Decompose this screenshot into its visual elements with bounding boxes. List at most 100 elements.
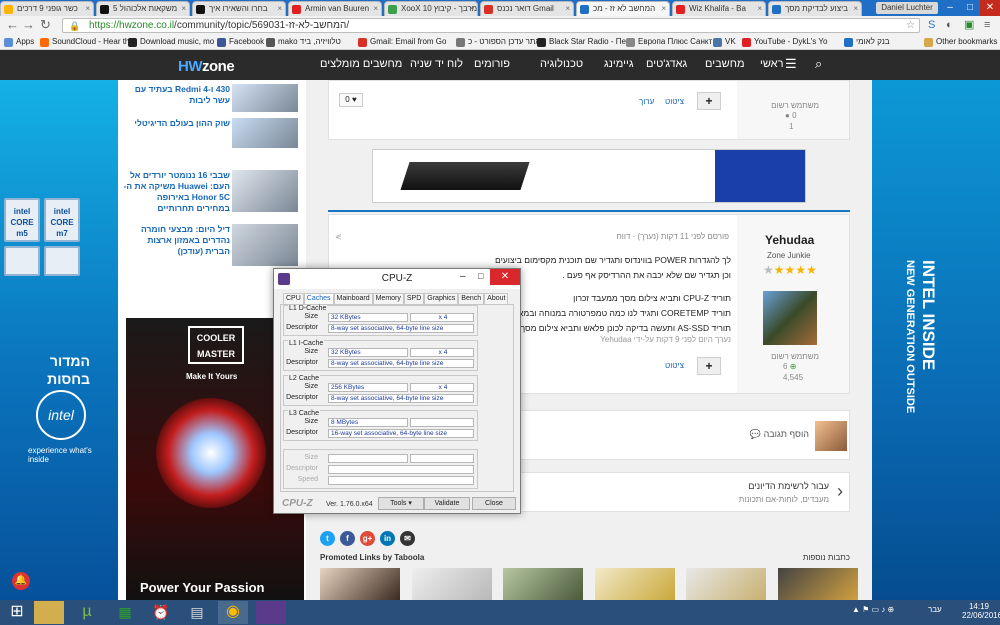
bookmark-item[interactable]: Apps — [4, 36, 34, 48]
cpuz-tab[interactable]: Bench — [458, 293, 485, 304]
google-plus-share-icon[interactable]: g+ — [360, 531, 375, 546]
nav-item[interactable]: לוח יד שניה — [410, 58, 463, 70]
cpuz-tools-button[interactable]: Tools ▾ — [378, 497, 424, 510]
promo-thumb[interactable] — [778, 568, 858, 600]
bookmark-item[interactable]: Download music, mo — [128, 36, 214, 48]
browser-tab[interactable]: XooX 10 מרבך - קיבוץ × — [384, 1, 478, 16]
sidebar-article[interactable]: שבבי 16 ננומטר יורדים אל העם: Huawei משי… — [118, 170, 306, 213]
browser-tab[interactable]: המחשב לא זז - מכ × — [576, 1, 670, 16]
avatar[interactable] — [763, 291, 817, 345]
skype-extension-icon[interactable]: S — [928, 17, 935, 33]
forward-icon[interactable]: → — [22, 17, 35, 33]
browser-tab[interactable]: Armin van Buuren × — [288, 1, 382, 16]
close-tab-icon[interactable]: × — [469, 2, 474, 16]
left-intel-banner[interactable]: intel CORE m5 intel CORE m7 המדור בחסות … — [0, 80, 118, 600]
bookmark-star-icon[interactable]: ☆ — [906, 19, 915, 32]
promo-thumb[interactable] — [320, 568, 400, 600]
edit-link[interactable]: ערוך — [639, 97, 654, 106]
close-window-button[interactable]: ✕ — [980, 0, 1000, 16]
close-tab-icon[interactable]: × — [277, 2, 282, 16]
cpuz-tab[interactable]: CPU — [283, 293, 304, 304]
close-tab-icon[interactable]: × — [373, 2, 378, 16]
translate-extension-icon[interactable]: ▣ — [964, 17, 974, 33]
bookmark-item[interactable]: Gmail: Email from Go — [358, 36, 446, 48]
close-tab-icon[interactable]: × — [757, 2, 762, 16]
cpuz-tab[interactable]: Mainboard — [333, 293, 373, 304]
bookmark-item[interactable]: בנק לאומי — [844, 36, 890, 48]
excel-icon[interactable]: ▦ — [110, 601, 140, 624]
cpuz-tab[interactable]: SPD — [403, 293, 425, 304]
minimize-window-button[interactable]: – — [940, 0, 960, 16]
browser-tab[interactable]: דואר נכנס Gmail × — [480, 1, 574, 16]
facebook-share-icon[interactable]: f — [340, 531, 355, 546]
browser-tab[interactable]: 5 משקאות אלכוהול × — [96, 1, 190, 16]
browser-tab[interactable]: ביצוע לבדיקת מסך × — [768, 1, 862, 16]
author-name[interactable]: Yehudaa — [765, 233, 814, 247]
nav-item[interactable]: מחשבים מומלצים — [320, 58, 402, 70]
promo-thumb[interactable] — [595, 568, 675, 600]
sidebar-article[interactable]: 430 ו-Redmi 4 בעתיד עם עשר ליבות — [118, 84, 306, 112]
notification-bell-icon[interactable]: 🔔 — [12, 572, 30, 590]
utorrent-icon[interactable]: µ — [72, 601, 102, 624]
close-tab-icon[interactable]: × — [661, 2, 666, 16]
bookmark-item[interactable]: Европа Плюс Санкт — [626, 36, 712, 48]
product-ad-banner[interactable] — [372, 149, 806, 203]
cpuz-tab[interactable]: About — [484, 293, 509, 304]
sidebar-article[interactable]: דיל היום: מבצעי חומרה נהדרים באמזון ארצו… — [118, 224, 306, 272]
promo-thumb[interactable] — [686, 568, 766, 600]
maximize-window-button[interactable]: □ — [960, 0, 980, 16]
bookmark-item[interactable]: mako טלוויזיה, ביד — [266, 36, 341, 48]
alarm-clock-icon[interactable]: ⏰ — [146, 601, 176, 624]
bookmark-item[interactable]: Facebook — [217, 36, 264, 48]
cpuz-close-button[interactable]: ✕ — [490, 269, 520, 285]
cpuz-tab[interactable]: Graphics — [424, 293, 459, 304]
bookmark-item[interactable]: Other bookmarks — [924, 36, 997, 48]
bookmark-item[interactable]: YouTube - DykL's Yo — [742, 36, 827, 48]
clock[interactable]: 14:19 22/06/2016 — [962, 602, 1000, 620]
bookmark-item[interactable]: VK — [713, 36, 736, 48]
search-icon[interactable]: ⌕ — [815, 56, 822, 72]
profile-user-badge[interactable]: Daniel Luchter — [876, 2, 938, 14]
nav-item[interactable]: מחשבים — [705, 58, 745, 70]
cpuz-tab[interactable]: Memory — [372, 293, 404, 304]
bookmark-item[interactable]: אתר עדכן הספורט - כ — [456, 36, 540, 48]
quote-link[interactable]: ציטוט — [665, 361, 684, 370]
right-intel-banner[interactable]: INTEL INSIDE NEW GENERATION OUTSIDE — [872, 80, 1000, 600]
cpuz-tab[interactable]: Caches — [303, 293, 334, 304]
file-explorer-icon[interactable] — [34, 601, 64, 624]
hwzone-logo[interactable]: HWzone — [178, 58, 235, 75]
cpuz-maximize-button[interactable]: □ — [478, 271, 483, 281]
taboola-label[interactable]: Promoted Links by Taboola — [320, 553, 424, 562]
linkedin-share-icon[interactable]: in — [380, 531, 395, 546]
multiquote-button[interactable]: + — [697, 92, 721, 110]
bookmark-item[interactable]: Black Star Radio - Пер — [537, 36, 630, 48]
cpuz-minimize-button[interactable]: – — [460, 271, 466, 282]
bookmark-item[interactable]: SoundCloud - Hear th — [40, 36, 129, 48]
email-share-icon[interactable]: ✉ — [400, 531, 415, 546]
cpuz-validate-button[interactable]: Validate — [424, 497, 470, 510]
calculator-icon[interactable]: ▤ — [182, 601, 212, 624]
hamburger-menu-icon[interactable]: ☰ — [785, 56, 797, 72]
promo-thumb[interactable] — [503, 568, 583, 600]
multiquote-button[interactable]: + — [697, 357, 721, 375]
close-tab-icon[interactable]: × — [181, 2, 186, 16]
browser-tab[interactable]: בחרו והשאירו איך × — [192, 1, 286, 16]
reload-icon[interactable]: ↻ — [40, 17, 51, 33]
tray-icons[interactable]: ▲ ⚑ ▭ ♪ ⊕ — [852, 605, 894, 614]
share-icon[interactable]: ⋞ — [335, 232, 342, 241]
nav-item[interactable]: טכנולוגיה — [540, 58, 583, 70]
chrome-icon[interactable]: ◉ — [218, 601, 248, 624]
address-bar[interactable]: 🔒 https://hwzone.co.il/community/topic/5… — [62, 18, 920, 33]
like-button[interactable]: 0 ♥ — [339, 93, 363, 107]
browser-tab[interactable]: Wiz Khalifa - Ba × — [672, 1, 766, 16]
nav-item[interactable]: גאדג'טים — [646, 58, 687, 70]
twitter-share-icon[interactable]: t — [320, 531, 335, 546]
close-tab-icon[interactable]: × — [565, 2, 570, 16]
promo-thumb[interactable] — [412, 568, 492, 600]
menu-icon[interactable]: ≡ — [984, 17, 990, 33]
extension-icon[interactable]: ◐ — [946, 17, 953, 33]
quote-link[interactable]: ציטוט — [665, 97, 684, 106]
nav-item[interactable]: ראשי — [760, 58, 783, 70]
cpuz-close-app-button[interactable]: Close — [472, 497, 516, 510]
nav-item[interactable]: גיימינג — [604, 58, 634, 70]
